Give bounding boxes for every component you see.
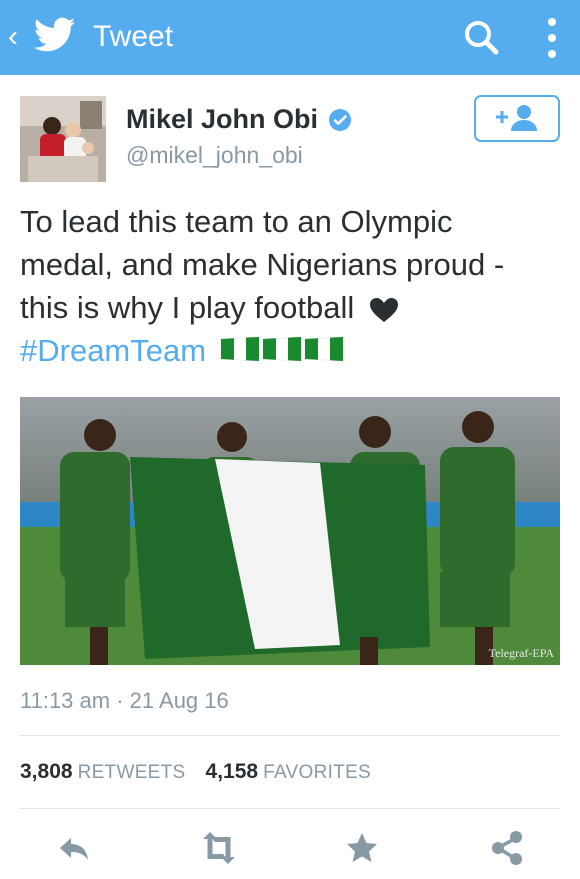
divider	[20, 808, 560, 809]
tweet-photo[interactable]: Telegraf-EPA	[20, 397, 560, 665]
author-name[interactable]: Mikel John Obi	[126, 104, 318, 135]
nigeria-flag-icon	[219, 331, 261, 374]
reply-button[interactable]	[49, 825, 99, 871]
share-button[interactable]	[482, 825, 532, 871]
author-handle[interactable]: @mikel_john_obi	[126, 142, 303, 169]
follow-button[interactable]	[474, 95, 560, 142]
nigeria-flag-icon	[303, 331, 345, 374]
nigeria-flag-icon	[261, 331, 303, 374]
back-chevron-icon: ‹	[8, 20, 18, 53]
app-bar: ‹ Tweet	[0, 0, 580, 75]
more-vertical-icon	[548, 18, 556, 58]
search-icon	[465, 21, 499, 55]
reply-icon	[60, 838, 88, 860]
tweet-stats: 3,808 RETWEETS 4,158 FAVORITES	[20, 760, 391, 784]
search-button[interactable]	[458, 14, 506, 62]
favorite-label[interactable]: FAVORITES	[263, 762, 371, 783]
tweet-line-3: this is why I play football	[20, 286, 560, 329]
tweet-line: To lead this team to an Olympic	[20, 204, 453, 239]
photo-credit: Telegraf-EPA	[488, 646, 554, 660]
tweet-line: this is why I play football	[20, 290, 355, 325]
retweet-label[interactable]: RETWEETS	[78, 762, 186, 783]
page-title: Tweet	[93, 20, 174, 53]
tweet-text: To lead this team to an Olympic medal, a…	[20, 200, 560, 374]
hashtag-link[interactable]: #DreamTeam	[20, 333, 206, 368]
heart-icon	[369, 297, 398, 322]
team-photo	[20, 397, 560, 665]
favorite-star-icon	[347, 833, 377, 862]
follow-user-icon	[496, 105, 537, 131]
retweet-icon	[203, 832, 235, 864]
favorite-count[interactable]: 4,158	[206, 760, 259, 783]
back-button[interactable]: ‹	[0, 0, 84, 75]
tweet-timestamp: 11:13 am · 21 Aug 16	[20, 688, 229, 713]
tweet-line-4: #DreamTeam	[20, 329, 560, 374]
retweet-count[interactable]: 3,808	[20, 760, 73, 783]
share-icon	[492, 831, 522, 865]
favorite-button[interactable]	[337, 825, 387, 871]
avatar[interactable]	[20, 96, 106, 182]
retweet-button[interactable]	[192, 825, 242, 871]
tweet-line: medal, and make Nigerians proud -	[20, 247, 505, 282]
twitter-bird-icon	[34, 17, 76, 52]
verified-badge-icon	[329, 109, 351, 131]
overflow-menu-button[interactable]	[530, 12, 574, 64]
divider	[20, 735, 560, 736]
avatar-photo	[20, 96, 106, 182]
